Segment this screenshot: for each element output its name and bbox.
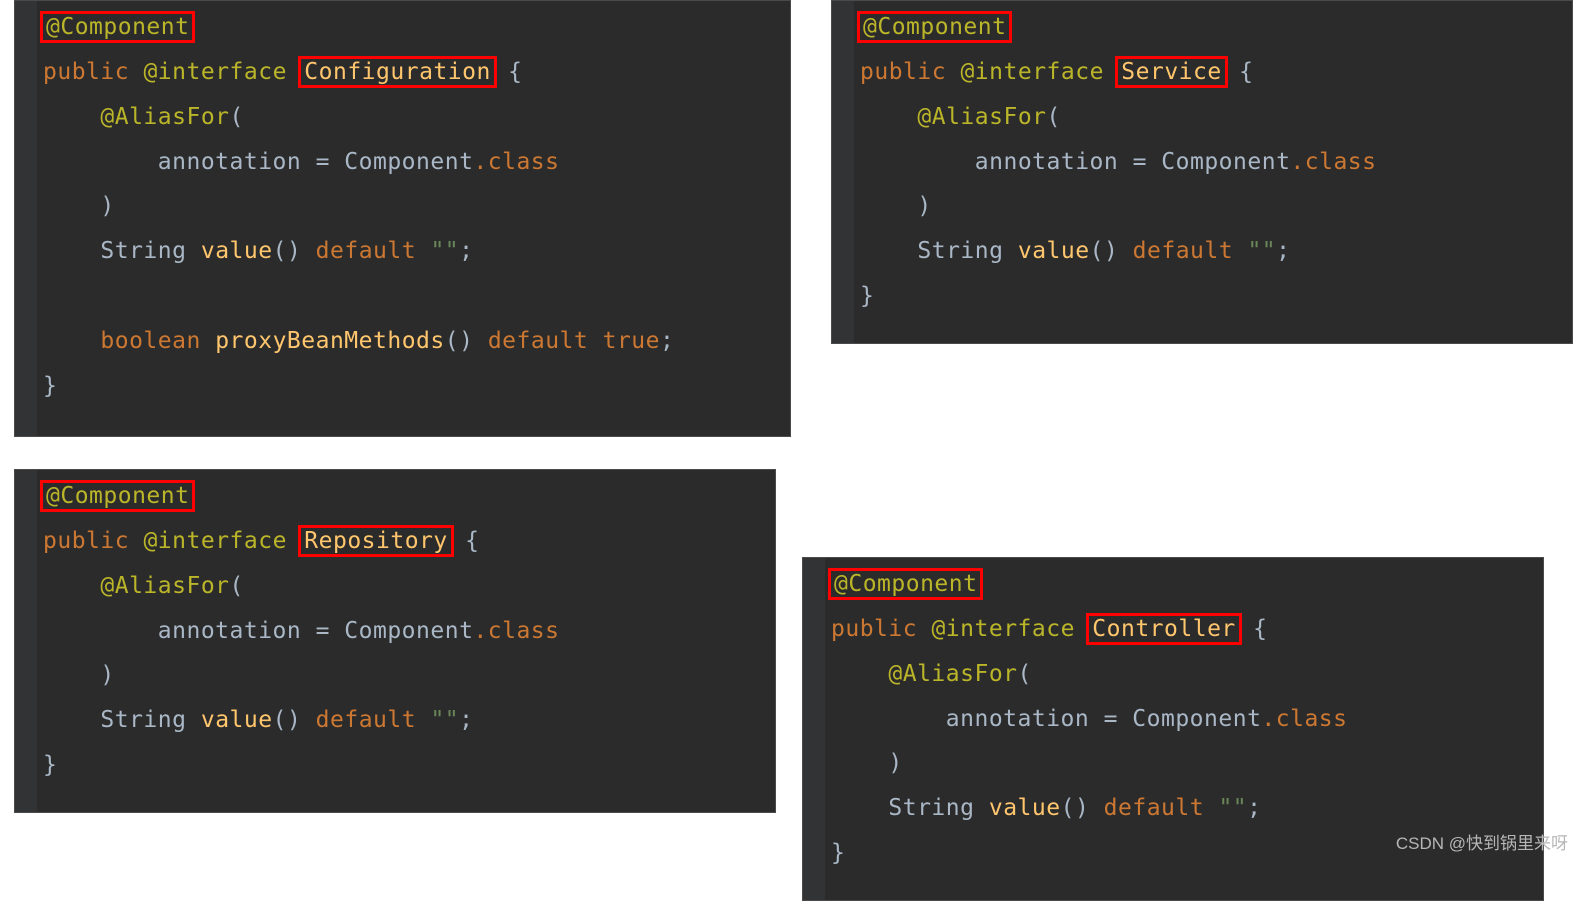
interface-keyword: @interface [143,59,286,85]
brace-open: { [1225,59,1254,85]
annotation-assign: annotation = [158,149,345,175]
component-class-ref: Component [344,618,473,644]
public-keyword: public [831,616,917,642]
interface-keyword: @interface [143,528,286,554]
paren-open: ( [1018,661,1032,687]
semicolon: ; [660,328,674,354]
empty-string-literal: "" [1247,238,1276,264]
paren-pair: () [445,328,474,354]
code-block: @Component public @interface Configurati… [15,1,790,413]
code-panel-service: @Component public @interface Service { @… [831,0,1573,344]
boolean-keyword: boolean [100,328,200,354]
interface-name: Controller [1086,613,1241,645]
brace-open: { [494,59,523,85]
code-block: @Component public @interface Service { @… [832,1,1572,323]
code-panel-controller: @Component public @interface Controller … [802,557,1544,901]
paren-pair: () [1061,795,1090,821]
dot-class-keyword: .class [473,618,559,644]
aliasfor-annotation: @AliasFor [888,661,1017,687]
code-panel-repository: @Component public @interface Repository … [14,469,776,813]
paren-close: ) [888,750,902,776]
interface-name: Configuration [298,56,497,88]
component-class-ref: Component [1132,706,1261,732]
semicolon: ; [1247,795,1261,821]
method-name-proxy: proxyBeanMethods [215,328,445,354]
paren-open: ( [230,573,244,599]
public-keyword: public [43,528,129,554]
component-class-ref: Component [1161,149,1290,175]
component-annotation: @Component [40,480,195,512]
default-keyword: default [1104,795,1204,821]
paren-open: ( [230,104,244,130]
brace-close: } [43,373,57,399]
code-block: @Component public @interface Repository … [15,470,775,792]
paren-close: ) [100,662,114,688]
method-name-value: value [201,707,273,733]
semicolon: ; [1276,238,1290,264]
empty-string-literal: "" [1218,795,1247,821]
default-keyword: default [1133,238,1233,264]
interface-name: Service [1115,56,1227,88]
paren-close: ) [100,193,114,219]
annotation-assign: annotation = [975,149,1162,175]
aliasfor-annotation: @AliasFor [917,104,1046,130]
dot-class-keyword: .class [1261,706,1347,732]
method-name-value: value [1018,238,1090,264]
paren-pair: () [273,238,302,264]
empty-string-literal: "" [430,238,459,264]
paren-open: ( [1047,104,1061,130]
default-keyword: default [488,328,588,354]
dot-class-keyword: .class [473,149,559,175]
brace-close: } [831,840,845,866]
empty-string-literal: "" [430,707,459,733]
annotation-assign: annotation = [946,706,1133,732]
brace-open: { [451,528,480,554]
default-keyword: default [316,238,416,264]
component-annotation: @Component [40,11,195,43]
brace-close: } [43,752,57,778]
method-name-value: value [989,795,1061,821]
dot-class-keyword: .class [1290,149,1376,175]
method-name-value: value [201,238,273,264]
annotation-assign: annotation = [158,618,345,644]
semicolon: ; [459,238,473,264]
string-type: String [917,238,1003,264]
interface-keyword: @interface [960,59,1103,85]
component-class-ref: Component [344,149,473,175]
public-keyword: public [860,59,946,85]
code-block: @Component public @interface Controller … [803,558,1543,880]
code-panel-configuration: @Component public @interface Configurati… [14,0,791,437]
true-keyword: true [603,328,660,354]
string-type: String [100,238,186,264]
public-keyword: public [43,59,129,85]
paren-pair: () [273,707,302,733]
paren-pair: () [1090,238,1119,264]
aliasfor-annotation: @AliasFor [100,104,229,130]
semicolon: ; [459,707,473,733]
brace-close: } [860,283,874,309]
string-type: String [888,795,974,821]
interface-name: Repository [298,525,453,557]
paren-close: ) [917,193,931,219]
brace-open: { [1239,616,1268,642]
component-annotation: @Component [828,568,983,600]
default-keyword: default [316,707,416,733]
interface-keyword: @interface [931,616,1074,642]
aliasfor-annotation: @AliasFor [100,573,229,599]
component-annotation: @Component [857,11,1012,43]
string-type: String [100,707,186,733]
